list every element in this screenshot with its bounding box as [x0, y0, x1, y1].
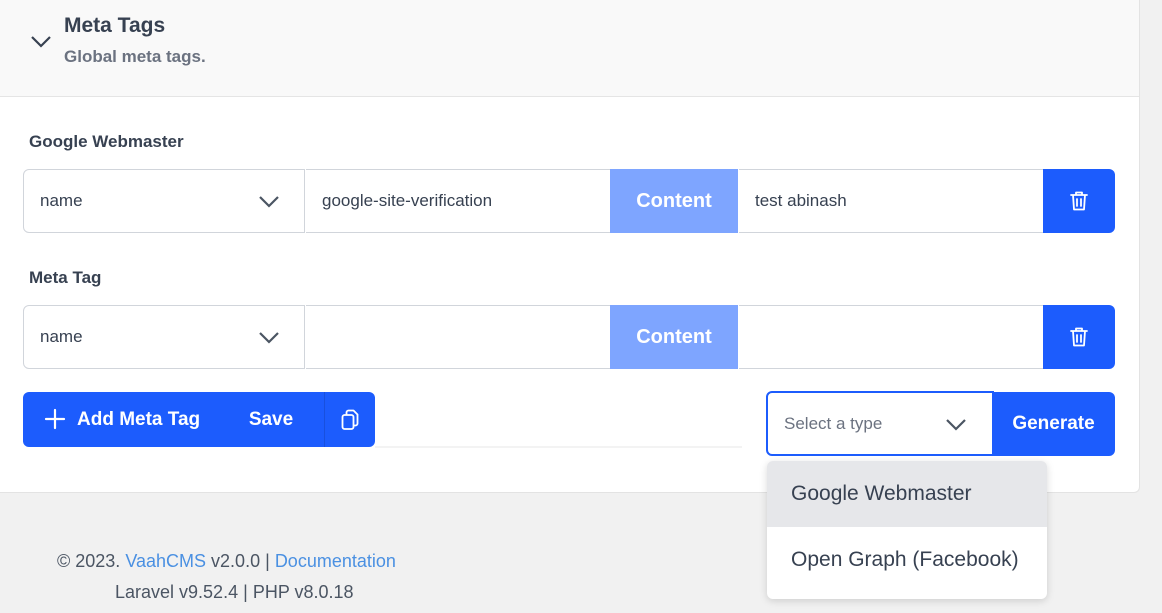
dropdown-option-open-graph[interactable]: Open Graph (Facebook) — [767, 527, 1047, 593]
row-label-meta-tag: Meta Tag — [29, 268, 102, 287]
card-title: Meta Tags — [64, 14, 166, 37]
attribute-value-text: google-site-verification — [322, 191, 493, 210]
add-meta-tag-label: Add Meta Tag — [77, 409, 201, 430]
add-meta-tag-button[interactable]: Add Meta Tag — [23, 392, 218, 447]
content-value-input[interactable]: test abinash — [739, 169, 1044, 233]
attribute-value-input[interactable]: google-site-verification — [306, 169, 611, 233]
documentation-link[interactable]: Documentation — [275, 551, 396, 571]
chevron-down-icon — [259, 332, 279, 344]
chevron-down-icon — [946, 419, 966, 431]
dropdown-option-google-webmaster[interactable]: Google Webmaster — [767, 461, 1047, 527]
footer-line-2: Laravel v9.52.4 | PHP v8.0.18 — [115, 582, 354, 603]
attribute-select[interactable]: name — [23, 305, 305, 369]
chevron-down-icon[interactable] — [30, 32, 52, 50]
card-subtitle: Global meta tags. — [64, 47, 206, 66]
attribute-select-value: name — [40, 327, 83, 346]
plus-icon — [44, 408, 66, 430]
save-button[interactable]: Save — [218, 392, 324, 447]
trash-icon — [1070, 191, 1088, 211]
copyright-text: © 2023. — [57, 551, 121, 571]
separator: | — [265, 551, 270, 571]
copy-button[interactable] — [324, 392, 375, 447]
type-dropdown-menu: Google Webmaster Open Graph (Facebook) — [767, 461, 1047, 599]
meta-tags-card: Meta Tags Global meta tags. Google Webma… — [0, 0, 1140, 493]
attribute-value-input[interactable] — [306, 305, 611, 369]
copy-icon — [341, 409, 359, 430]
row-label-google-webmaster: Google Webmaster — [29, 132, 184, 151]
attribute-select-value: name — [40, 191, 83, 210]
card-header[interactable]: Meta Tags Global meta tags. — [0, 0, 1139, 97]
action-button-group: Add Meta Tag Save — [23, 392, 375, 447]
delete-button[interactable] — [1043, 169, 1115, 233]
delete-button[interactable] — [1043, 305, 1115, 369]
content-value-text: test abinash — [755, 191, 847, 210]
divider — [375, 446, 742, 448]
attribute-select[interactable]: name — [23, 169, 305, 233]
separator: | — [243, 582, 248, 602]
content-addon: Content — [610, 305, 738, 369]
content-value-input[interactable] — [739, 305, 1044, 369]
generate-button[interactable]: Generate — [992, 392, 1115, 456]
chevron-down-icon — [259, 196, 279, 208]
type-select[interactable]: Select a type — [766, 391, 994, 456]
php-version: PHP v8.0.18 — [252, 582, 354, 602]
footer-line-1: © 2023. VaahCMS v2.0.0 | Documentation — [57, 551, 396, 572]
vaahcms-link[interactable]: VaahCMS — [125, 551, 206, 571]
laravel-version: Laravel v9.52.4 — [115, 582, 239, 602]
type-select-placeholder: Select a type — [784, 414, 883, 433]
content-addon: Content — [610, 169, 738, 233]
version-text: v2.0.0 — [211, 551, 261, 571]
trash-icon — [1070, 327, 1088, 347]
